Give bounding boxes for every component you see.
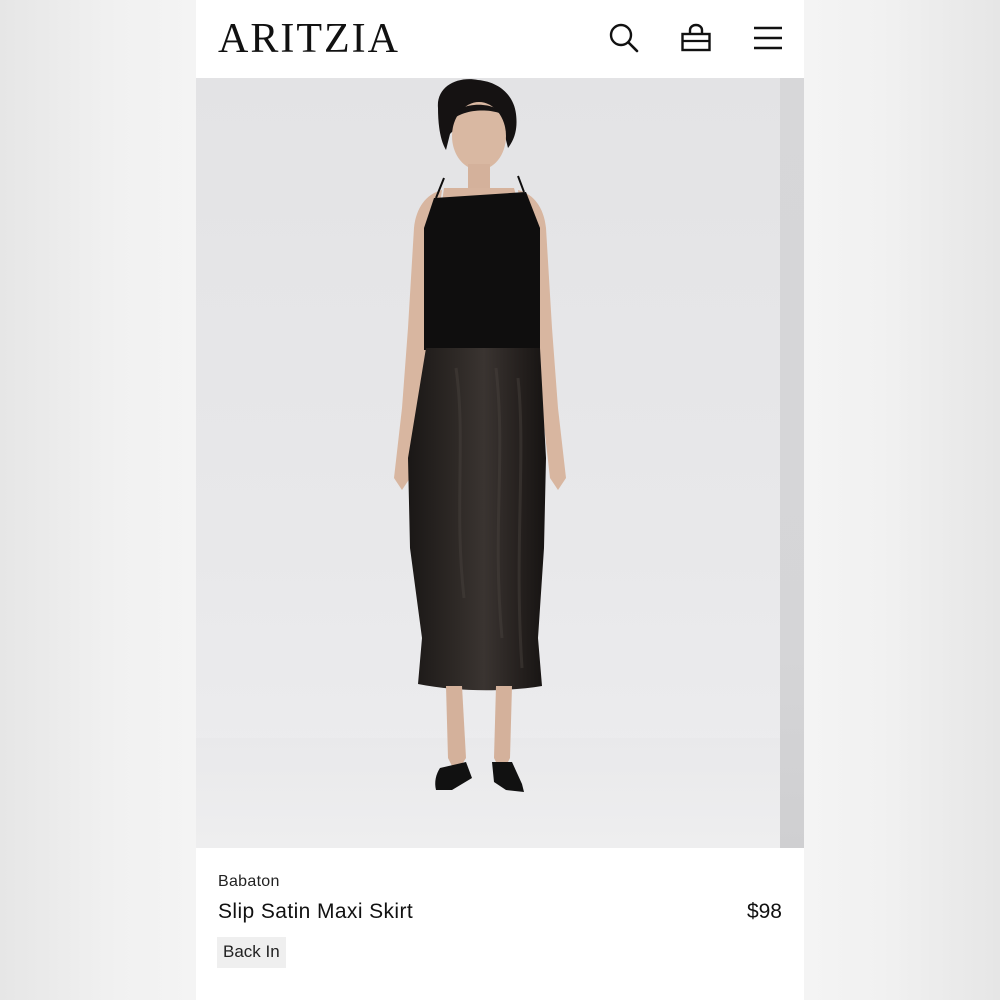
product-photo[interactable] bbox=[196, 78, 780, 848]
backdrop-right bbox=[804, 0, 1000, 1000]
model-illustration bbox=[196, 79, 780, 848]
product-info: Babaton Slip Satin Maxi Skirt $98 Back I… bbox=[196, 848, 804, 1000]
product-price: $98 bbox=[746, 900, 782, 923]
status-badge: Back In bbox=[217, 937, 286, 968]
product-card-screen: ARITZIA Babaton Slip Satin Maxi Skirt $9… bbox=[196, 0, 804, 1000]
brand-logo[interactable]: ARITZIA bbox=[218, 17, 400, 61]
menu-icon[interactable] bbox=[752, 22, 784, 54]
shopping-bag-icon[interactable] bbox=[680, 22, 712, 54]
product-name-link[interactable]: Slip Satin Maxi Skirt bbox=[218, 900, 413, 924]
site-header: ARITZIA bbox=[196, 0, 804, 78]
next-image-peek[interactable] bbox=[780, 78, 804, 848]
product-brand: Babaton bbox=[218, 873, 280, 890]
backdrop-left bbox=[0, 0, 196, 1000]
search-icon[interactable] bbox=[608, 22, 640, 54]
